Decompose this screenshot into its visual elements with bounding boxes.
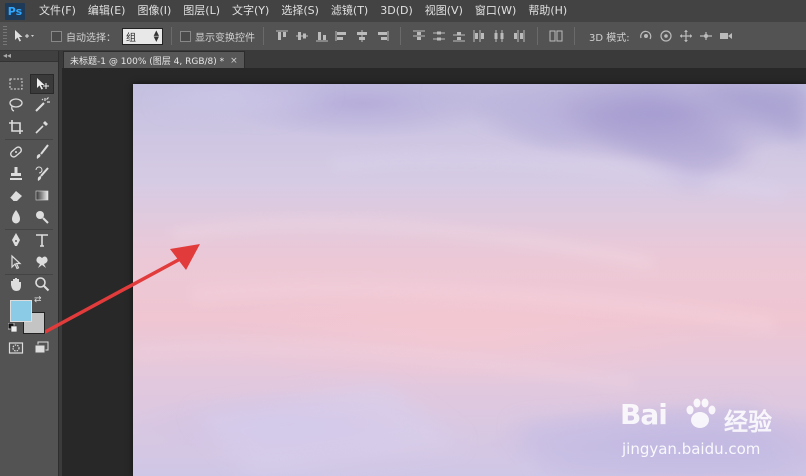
workspace-edge [59,68,62,476]
gradient-tool-icon[interactable] [30,185,54,205]
history-brush-tool-icon[interactable] [30,164,54,184]
options-grip[interactable] [3,26,7,46]
3d-roll-icon[interactable] [658,29,674,43]
magic-wand-tool-icon[interactable] [30,95,54,115]
show-transform-checkbox[interactable] [180,30,191,42]
rectangular-marquee-tool-icon[interactable] [4,74,28,94]
hand-tool-icon[interactable] [4,274,28,294]
auto-select-checkbox[interactable] [51,30,62,42]
show-transform-label: 显示变换控件 [195,32,255,44]
foreground-color-swatch[interactable] [10,300,32,322]
document-tab-bar: 未标题-1 @ 100% (图层 4, RGB/8) * × [59,51,806,69]
distribute-center-icon[interactable] [432,30,446,42]
options-separator [171,27,172,45]
tool-preset-picker[interactable] [13,29,43,43]
3d-mode-label: 3D 模式: [589,32,630,44]
distribute-right-icon[interactable] [512,30,526,42]
options-separator [263,27,264,45]
distribute-hcenter-icon[interactable] [492,30,506,42]
distribute-left-icon[interactable] [472,30,486,42]
options-separator [537,27,538,45]
move-tool-icon [15,30,34,42]
blur-tool-icon[interactable] [4,207,28,227]
menu-help[interactable]: 帮助(H) [522,0,573,22]
screen-mode-icon[interactable] [30,338,54,358]
default-colors-icon[interactable] [8,323,17,332]
menu-bar: Ps 文件(F) 编辑(E) 图像(I) 图层(L) 文字(Y) 选择(S) 滤… [0,0,806,22]
align-left-edges-icon[interactable] [335,30,349,42]
quick-mask-icon[interactable] [4,338,28,358]
zoom-tool-icon[interactable] [30,274,54,294]
3d-scale-icon[interactable] [718,29,734,43]
distribute-top-icon[interactable] [412,30,426,42]
menu-select[interactable]: 选择(S) [275,0,325,22]
menu-image[interactable]: 图像(I) [131,0,177,22]
3d-rotate-icon[interactable] [638,29,654,43]
move-tool-icon[interactable] [30,74,54,94]
options-separator [574,27,575,45]
3d-slide-icon[interactable] [698,29,714,43]
baidu-jingyan-watermark: Bai 经验 jingyan.baidu.com [620,398,800,468]
eyedropper-tool-icon[interactable] [30,117,54,137]
align-top-edges-icon[interactable] [275,30,289,42]
menu-3d[interactable]: 3D(D) [374,0,419,22]
menu-file[interactable]: 文件(F) [33,0,82,22]
collapse-panel-icon[interactable]: ◂◂ [3,51,11,60]
dropdown-arrows-icon: ▲ ▼ [153,28,159,43]
lasso-tool-icon[interactable] [4,95,28,115]
dodge-tool-icon[interactable] [30,207,54,227]
tools-panel-header[interactable]: ◂◂ [0,51,58,62]
spot-healing-brush-tool-icon[interactable] [4,142,28,162]
options-bar: 自动选择： 组 ▲ ▼ 显示变换控件 3D 模式: [0,22,806,51]
auto-align-layers-icon[interactable] [549,30,563,42]
watermark-url: jingyan.baidu.com [622,440,761,458]
type-tool-icon[interactable] [30,230,54,250]
align-right-edges-icon[interactable] [375,30,389,42]
document-tab-title: 未标题-1 @ 100% (图层 4, RGB/8) * [70,57,225,67]
close-tab-icon[interactable]: × [230,56,238,66]
menu-view[interactable]: 视图(V) [419,0,469,22]
3d-pan-icon[interactable] [678,29,694,43]
photoshop-logo: Ps [5,2,25,20]
document-tab[interactable]: 未标题-1 @ 100% (图层 4, RGB/8) * × [63,51,245,69]
swap-colors-icon[interactable]: ⇄ [34,295,42,305]
watermark-brand: Bai [620,398,668,431]
menu-edit[interactable]: 编辑(E) [82,0,132,22]
options-separator [400,27,401,45]
brush-tool-icon[interactable] [30,142,54,162]
crop-tool-icon[interactable] [4,117,28,137]
menu-layer[interactable]: 图层(L) [177,0,226,22]
auto-select-dropdown[interactable]: 组 ▲ ▼ [122,27,163,45]
tools-divider [5,139,53,140]
menu-filter[interactable]: 滤镜(T) [325,0,374,22]
auto-select-label: 自动选择： [66,32,116,44]
clone-stamp-tool-icon[interactable] [4,164,28,184]
auto-select-value: 组 [126,32,136,44]
watermark-jingyan: 经验 [724,408,772,436]
align-horizontal-centers-icon[interactable] [355,30,369,42]
align-bottom-edges-icon[interactable] [315,30,329,42]
baidu-paw-icon [686,398,716,428]
pen-tool-icon[interactable] [4,230,28,250]
align-vertical-centers-icon[interactable] [295,30,309,42]
custom-shape-tool-icon[interactable] [30,252,54,272]
path-selection-tool-icon[interactable] [4,252,28,272]
distribute-bottom-icon[interactable] [452,30,466,42]
eraser-tool-icon[interactable] [4,185,28,205]
menu-window[interactable]: 窗口(W) [469,0,522,22]
menu-type[interactable]: 文字(Y) [226,0,275,22]
